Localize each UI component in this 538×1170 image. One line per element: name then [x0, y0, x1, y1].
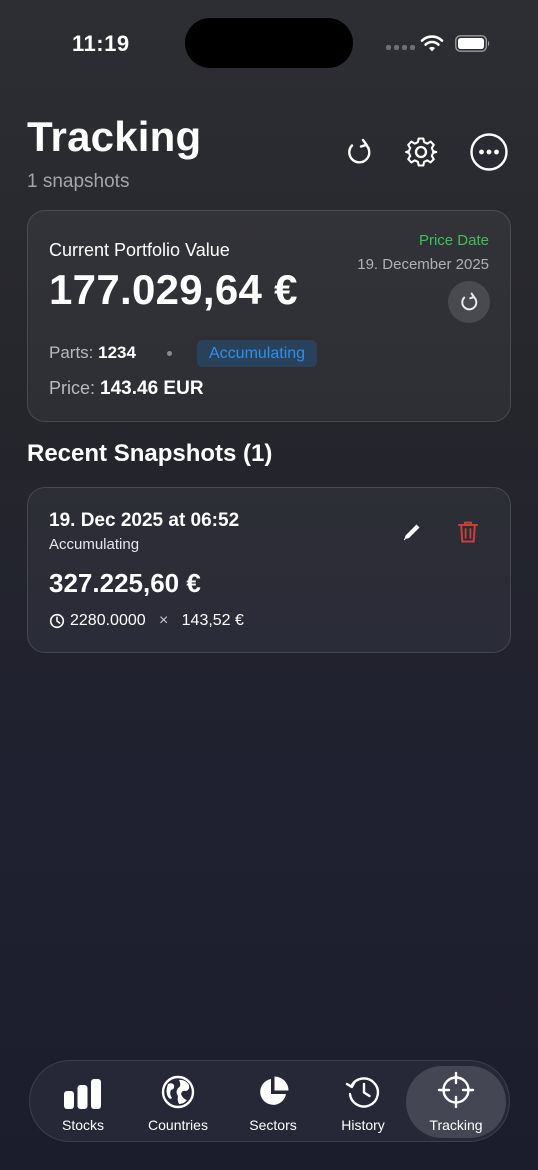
trash-icon: [458, 521, 478, 543]
globe-icon: [161, 1075, 195, 1109]
tab-countries[interactable]: Countries: [132, 1066, 224, 1138]
snapshot-count: 1 snapshots: [27, 171, 130, 192]
target-icon: [437, 1071, 475, 1109]
multiply-sign: ×: [158, 612, 169, 629]
tab-tracking[interactable]: Tracking: [406, 1066, 506, 1138]
status-time: 11:19: [72, 31, 130, 56]
tab-label: Countries: [148, 1117, 208, 1133]
tab-history[interactable]: History: [317, 1066, 409, 1138]
tab-label: Stocks: [61, 1117, 104, 1133]
price-date: 19. December 2025: [357, 256, 489, 273]
refresh-price-button[interactable]: [448, 281, 490, 323]
settings-button[interactable]: [401, 132, 441, 172]
snapshot-date: 19. Dec 2025 at 06:52: [49, 510, 240, 531]
delete-snapshot-button[interactable]: [454, 518, 482, 546]
tab-stocks[interactable]: Stocks: [37, 1066, 129, 1138]
cellular-signal-icon: [386, 45, 415, 50]
snapshot-detail: 2280.0000 × 143,52 €: [49, 612, 244, 630]
refresh-icon: [348, 138, 371, 164]
portfolio-value-card: Current Portfolio Value 177.029,64 € Pri…: [27, 210, 511, 422]
accumulating-badge: Accumulating: [197, 340, 318, 367]
recent-snapshots-title: Recent Snapshots (1): [27, 440, 273, 467]
refresh-icon: [461, 292, 478, 311]
tab-sectors[interactable]: Sectors: [227, 1066, 319, 1138]
more-options-button[interactable]: [469, 132, 509, 172]
pencil-icon: [403, 524, 420, 541]
tab-label: Tracking: [429, 1117, 483, 1133]
parts-value: 1234: [98, 343, 136, 362]
tab-label: Sectors: [249, 1117, 297, 1133]
price-date-label: Price Date: [418, 232, 489, 249]
ellipsis-circle-icon: [470, 133, 508, 171]
page-title: Tracking: [27, 113, 202, 160]
pie-chart-icon: [260, 1076, 289, 1105]
tab-label: History: [341, 1117, 385, 1133]
snapshot-shares: 2280.0000: [70, 612, 146, 629]
snapshot-type: Accumulating: [49, 536, 140, 553]
history-icon: [345, 1077, 380, 1108]
status-bar: 11:19: [0, 0, 538, 90]
price-info: Price: 143.46 EUR: [49, 378, 204, 400]
bar-chart-icon: [64, 1079, 101, 1109]
wifi-icon: [420, 35, 444, 52]
edit-snapshot-button[interactable]: [398, 518, 426, 546]
gear-icon: [405, 137, 438, 167]
battery-icon: [455, 35, 490, 52]
price-value: 143.46 EUR: [100, 378, 204, 399]
portfolio-value-label: Current Portfolio Value: [49, 240, 230, 260]
snapshot-value: 327.225,60 €: [49, 568, 201, 598]
dynamic-island: [185, 18, 353, 68]
snapshot-price: 143,52 €: [181, 612, 244, 629]
separator-dot: [167, 351, 172, 356]
portfolio-value: 177.029,64 €: [49, 266, 298, 313]
refresh-button[interactable]: [339, 132, 379, 172]
parts-info: Parts: 1234: [49, 343, 136, 363]
parts-label: Parts:: [49, 343, 94, 362]
clock-icon: [49, 613, 65, 629]
tab-bar: Stocks Countries Sectors History Trackin…: [29, 1060, 510, 1142]
price-label: Price:: [49, 378, 96, 398]
snapshot-card[interactable]: 19. Dec 2025 at 06:52 Accumulating 327.2…: [27, 487, 511, 653]
